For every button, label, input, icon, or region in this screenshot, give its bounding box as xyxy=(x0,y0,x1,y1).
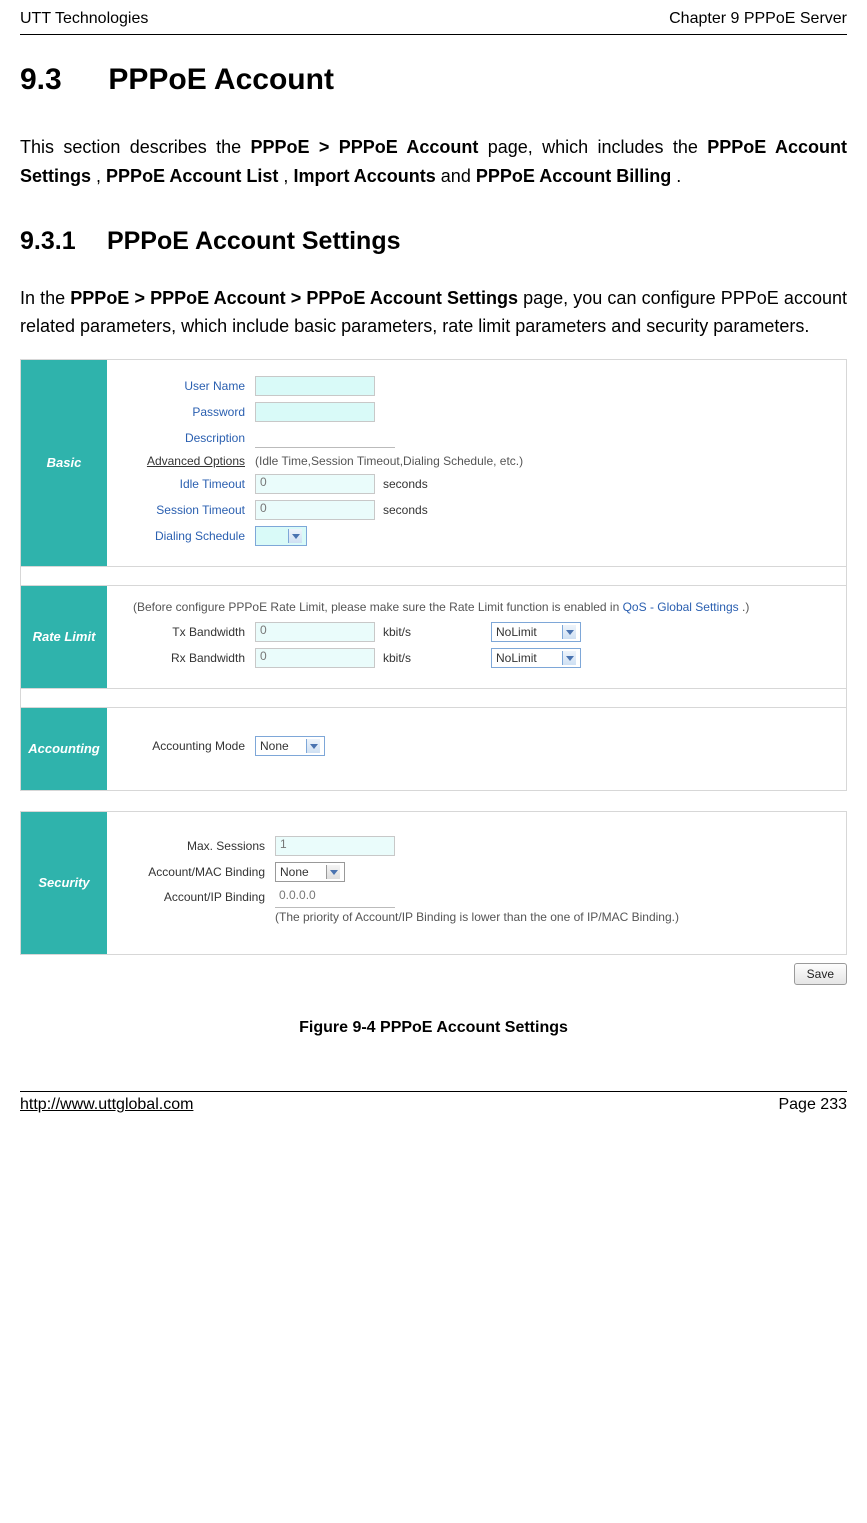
accounting-mode-select[interactable]: None xyxy=(255,736,325,756)
basic-body: User Name Password Description Advanced … xyxy=(107,360,846,566)
rate-limit-section: Rate Limit (Before configure PPPoE Rate … xyxy=(21,586,846,688)
page-number: Page 233 xyxy=(778,1096,847,1114)
ip-binding-label: Account/IP Binding xyxy=(125,888,275,904)
max-sessions-input[interactable]: 1 xyxy=(275,836,395,856)
accounting-section: Accounting Accounting Mode None xyxy=(21,708,846,790)
user-name-label: User Name xyxy=(125,379,255,393)
dialing-schedule-select[interactable] xyxy=(255,526,307,546)
tx-bandwidth-unit: kbit/s xyxy=(383,625,411,639)
accounting-mode-value: None xyxy=(260,739,289,753)
figure-9-4: Basic User Name Password Description Adv… xyxy=(20,359,847,985)
idle-timeout-label: Idle Timeout xyxy=(125,477,255,491)
footer-url[interactable]: http://www.uttglobal.com xyxy=(20,1096,193,1114)
section-9-3-heading: 9.3 PPPoE Account xyxy=(20,63,847,97)
session-timeout-input[interactable]: 0 xyxy=(255,500,375,520)
advanced-options-hint: (Idle Time,Session Timeout,Dialing Sched… xyxy=(255,454,523,468)
section-9-3-paragraph: This section describes the PPPoE > PPPoE… xyxy=(20,133,847,191)
tx-bandwidth-label: Tx Bandwidth xyxy=(125,625,255,639)
security-tab: Security xyxy=(21,812,107,954)
session-timeout-label: Session Timeout xyxy=(125,503,255,517)
basic-tab: Basic xyxy=(21,360,107,566)
chevron-down-icon xyxy=(306,739,320,753)
figure-caption: Figure 9-4 PPPoE Account Settings xyxy=(20,1019,847,1037)
user-name-input[interactable] xyxy=(255,376,375,396)
idle-timeout-input[interactable]: 0 xyxy=(255,474,375,494)
rate-limit-note: (Before configure PPPoE Rate Limit, plea… xyxy=(133,600,832,614)
ip-binding-note: (The priority of Account/IP Binding is l… xyxy=(275,910,679,924)
qos-global-settings-link[interactable]: QoS - Global Settings xyxy=(623,600,739,614)
section-9-3-number: 9.3 xyxy=(20,63,100,97)
header-left: UTT Technologies xyxy=(20,10,148,28)
tx-bandwidth-input[interactable]: 0 xyxy=(255,622,375,642)
tx-limit-value: NoLimit xyxy=(496,625,537,639)
max-sessions-label: Max. Sessions xyxy=(125,839,275,853)
rx-bandwidth-unit: kbit/s xyxy=(383,651,411,665)
advanced-options-link[interactable]: Advanced Options xyxy=(125,454,255,468)
mac-binding-select[interactable]: None xyxy=(275,862,345,882)
chevron-down-icon xyxy=(562,625,576,639)
mac-binding-value: None xyxy=(280,865,309,879)
password-label: Password xyxy=(125,405,255,419)
divider xyxy=(21,566,846,586)
footer-rule xyxy=(20,1091,847,1092)
password-input[interactable] xyxy=(255,402,375,422)
chevron-down-icon xyxy=(288,529,302,543)
section-9-3-1-title: PPPoE Account Settings xyxy=(107,227,401,255)
accounting-mode-label: Accounting Mode xyxy=(125,739,255,753)
save-button[interactable]: Save xyxy=(794,963,847,985)
tx-limit-select[interactable]: NoLimit xyxy=(491,622,581,642)
rx-bandwidth-label: Rx Bandwidth xyxy=(125,651,255,665)
rate-limit-body: (Before configure PPPoE Rate Limit, plea… xyxy=(107,586,846,688)
header-rule xyxy=(20,34,847,35)
rx-bandwidth-input[interactable]: 0 xyxy=(255,648,375,668)
chevron-down-icon xyxy=(326,865,340,879)
mac-binding-label: Account/MAC Binding xyxy=(125,865,275,879)
description-label: Description xyxy=(125,431,255,445)
idle-timeout-unit: seconds xyxy=(383,477,428,491)
section-9-3-1-number: 9.3.1 xyxy=(20,227,100,256)
accounting-tab: Accounting xyxy=(21,708,107,790)
section-9-3-1-paragraph: In the PPPoE > PPPoE Account > PPPoE Acc… xyxy=(20,284,847,342)
security-section: Security Max. Sessions 1 Account/MAC Bin… xyxy=(21,812,846,954)
rx-limit-select[interactable]: NoLimit xyxy=(491,648,581,668)
chevron-down-icon xyxy=(562,651,576,665)
dialing-schedule-label: Dialing Schedule xyxy=(125,529,255,543)
basic-section: Basic User Name Password Description Adv… xyxy=(21,360,846,566)
security-body: Max. Sessions 1 Account/MAC Binding None… xyxy=(107,812,846,954)
accounting-body: Accounting Mode None xyxy=(107,708,846,790)
section-9-3-1-heading: 9.3.1 PPPoE Account Settings xyxy=(20,227,847,256)
description-input[interactable] xyxy=(255,428,395,448)
rate-limit-tab: Rate Limit xyxy=(21,586,107,688)
security-panel: Security Max. Sessions 1 Account/MAC Bin… xyxy=(20,811,847,955)
session-timeout-unit: seconds xyxy=(383,503,428,517)
rx-limit-value: NoLimit xyxy=(496,651,537,665)
header-right: Chapter 9 PPPoE Server xyxy=(669,10,847,28)
divider xyxy=(21,688,846,708)
ip-binding-input[interactable]: 0.0.0.0 xyxy=(275,888,395,908)
settings-panel-upper: Basic User Name Password Description Adv… xyxy=(20,359,847,791)
section-9-3-title: PPPoE Account xyxy=(108,63,334,96)
